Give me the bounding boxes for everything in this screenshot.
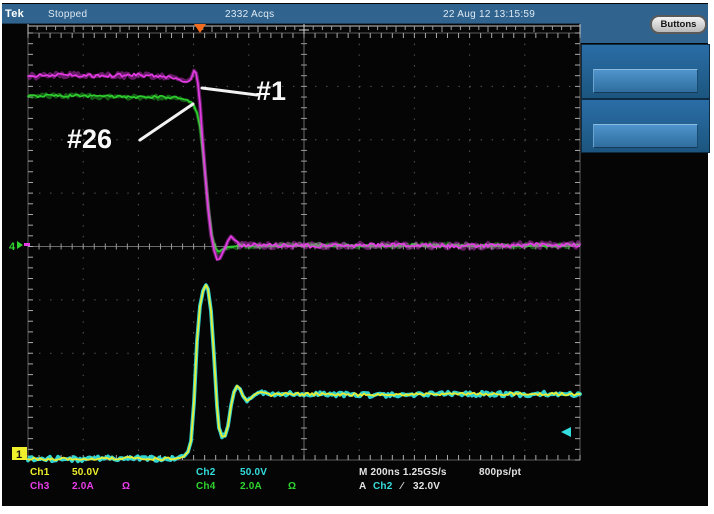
ch3-scale: 2.0A [72, 481, 94, 492]
trigger-mode: A [359, 481, 366, 492]
annotation-device-1: #1 [256, 78, 286, 105]
side-menu-button-2[interactable] [593, 124, 698, 148]
ch3-label: Ch3 [30, 481, 50, 492]
trigger-source: Ch2 [373, 481, 393, 492]
acquisition-status: Stopped [48, 9, 87, 20]
ch2-label: Ch2 [196, 467, 216, 478]
ch2-scale: 50.0V [240, 467, 267, 478]
trigger-level: 32.0V [413, 481, 440, 492]
ch4-scale: 2.0A [240, 481, 262, 492]
oscilloscope-screen: Tek Stopped 2332 Acqs 22 Aug 12 13:15:59… [0, 0, 714, 514]
buttons-button[interactable]: Buttons [650, 15, 707, 34]
ch4-impedance: Ω [288, 481, 296, 492]
ch4-label: Ch4 [196, 481, 216, 492]
side-menu-button-1[interactable] [593, 69, 698, 93]
tek-logo: Tek [5, 8, 24, 20]
acquisition-count: 2332 Acqs [225, 9, 274, 20]
side-menu-box-1 [581, 44, 710, 99]
ch1-label: Ch1 [30, 467, 50, 478]
side-menu-box-2 [581, 99, 710, 153]
date-time: 22 Aug 12 13:15:59 [443, 9, 535, 20]
annotation-device-26: #26 [67, 126, 112, 153]
timebase-readout: M 200ns 1.25GS/s [359, 467, 447, 478]
ch1-scale: 50.0V [72, 467, 99, 478]
ch3-impedance: Ω [122, 481, 130, 492]
sample-resolution-readout: 800ps/pt [479, 467, 521, 478]
trigger-slope-icon: ∕ [401, 481, 403, 492]
